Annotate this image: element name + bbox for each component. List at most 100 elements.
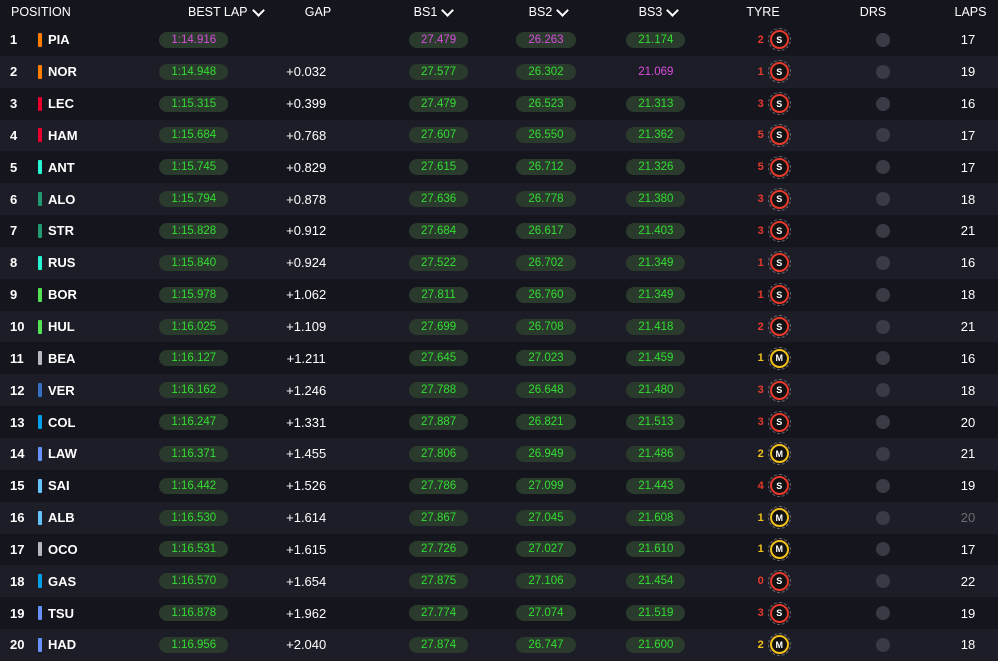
tyre-cell: 3 S (718, 374, 828, 406)
tyre-cell: 1 M (718, 342, 828, 374)
header-bs1[interactable]: BS1 (363, 0, 503, 24)
table-row[interactable]: 8 RUS 1:15.840 +0.924 27.522 26.702 21.3… (0, 246, 998, 279)
driver-code[interactable]: ANT (44, 151, 154, 183)
table-row[interactable]: 9 BOR 1:15.978 +1.062 27.811 26.760 21.3… (0, 278, 998, 311)
chevron-down-icon (251, 3, 265, 17)
bs2-cell: 26.949 (499, 438, 594, 470)
team-color-bar (36, 406, 44, 438)
table-row[interactable]: 15 SAI 1:16.442 +1.526 27.786 27.099 21.… (0, 469, 998, 502)
table-row[interactable]: 5 ANT 1:15.745 +0.829 27.615 26.712 21.3… (0, 151, 998, 184)
table-row[interactable]: 7 STR 1:15.828 +0.912 27.684 26.617 21.4… (0, 215, 998, 247)
table-row[interactable]: 20 HAD 1:16.956 +2.040 27.874 26.747 21.… (0, 629, 998, 661)
bs3-time: 21.174 (626, 31, 686, 48)
laps: 21 (960, 446, 976, 462)
best-lap-time: 1:15.828 (159, 222, 229, 239)
driver-code[interactable]: COL (44, 406, 154, 438)
gap: +0.768 (286, 127, 327, 143)
table-row[interactable]: 13 COL 1:16.247 +1.331 27.887 26.821 21.… (0, 406, 998, 438)
table-row[interactable]: 1 PIA 1:14.916 27.479 26.263 21.174 2 S … (0, 24, 998, 56)
table-row[interactable]: 14 LAW 1:16.371 +1.455 27.806 26.949 21.… (0, 437, 998, 470)
driver-code[interactable]: OCO (44, 534, 154, 566)
driver-code[interactable]: BOR (44, 279, 154, 311)
tyre-cell: 2 M (718, 438, 828, 470)
tyre-age: 1 (757, 65, 764, 78)
bs3-time: 21.403 (626, 222, 686, 239)
driver-code[interactable]: GAS (44, 565, 154, 597)
driver-code[interactable]: ALO (44, 183, 154, 215)
header-bs2[interactable]: BS2 (503, 0, 593, 24)
best-lap-cell: 1:16.956 (154, 629, 234, 661)
bs3-cell: 21.380 (593, 183, 718, 215)
driver-code[interactable]: HAM (44, 120, 154, 152)
team-color-bar (36, 183, 44, 215)
driver-code[interactable]: LAW (44, 438, 154, 470)
tyre-compound-icon: S (767, 601, 791, 625)
tyre-compound-icon: M (767, 537, 791, 561)
table-row[interactable]: 2 NOR 1:14.948 +0.032 27.577 26.302 21.0… (0, 55, 998, 88)
bs1-time: 27.636 (408, 191, 469, 208)
gap: +0.032 (286, 64, 327, 80)
driver-code[interactable]: VER (44, 374, 154, 406)
table-row[interactable]: 6 ALO 1:15.794 +0.878 27.636 26.778 21.3… (0, 183, 998, 216)
chevron-down-icon (666, 3, 680, 17)
tyre-compound-icon: S (767, 283, 791, 307)
tyre-compound-icon: S (767, 219, 791, 243)
driver-code[interactable]: STR (44, 215, 154, 247)
table-row[interactable]: 16 ALB 1:16.530 +1.614 27.867 27.045 21.… (0, 501, 998, 534)
drs-cell (828, 502, 938, 534)
table-row[interactable]: 3 LEC 1:15.315 +0.399 27.479 26.523 21.3… (0, 87, 998, 120)
best-lap-time: 1:15.794 (159, 191, 229, 208)
driver-code[interactable]: ALB (44, 502, 154, 534)
header-bs3[interactable]: BS3 (593, 0, 723, 24)
bs2-time: 26.702 (516, 254, 576, 271)
driver-code[interactable]: PIA (44, 24, 154, 56)
header-gap: GAP (304, 5, 332, 19)
bs1-cell: 27.726 (379, 534, 499, 566)
table-row[interactable]: 17 OCO 1:16.531 +1.615 27.726 27.027 21.… (0, 533, 998, 566)
position: 8 (10, 255, 18, 271)
table-row[interactable]: 4 HAM 1:15.684 +0.768 27.607 26.550 21.3… (0, 119, 998, 152)
laps: 17 (960, 159, 976, 175)
driver-code[interactable]: HAD (44, 629, 154, 661)
driver-code[interactable]: NOR (44, 56, 154, 88)
bs3-time: 21.349 (626, 286, 686, 303)
header-best-lap[interactable]: BEST LAP (148, 0, 273, 24)
bs1-time: 27.811 (409, 286, 468, 303)
drs-cell (828, 279, 938, 311)
best-lap-time: 1:16.878 (159, 605, 229, 622)
tyre-age: 2 (757, 447, 764, 460)
driver-code[interactable]: SAI (44, 470, 154, 502)
bs3-cell: 21.326 (593, 151, 718, 183)
best-lap-cell: 1:16.530 (154, 502, 234, 534)
laps: 16 (960, 350, 976, 366)
laps: 18 (960, 382, 976, 398)
bs3-cell: 21.174 (593, 24, 718, 56)
driver-code[interactable]: HUL (44, 311, 154, 343)
table-row[interactable]: 11 BEA 1:16.127 +1.211 27.645 27.023 21.… (0, 342, 998, 375)
driver-code[interactable]: LEC (44, 88, 154, 120)
position: 18 (10, 573, 25, 589)
bs1-cell: 27.636 (379, 183, 499, 215)
team-color-bar (36, 56, 44, 88)
drs-indicator-icon (876, 96, 891, 111)
driver-code[interactable]: TSU (44, 597, 154, 629)
table-row[interactable]: 12 VER 1:16.162 +1.246 27.788 26.648 21.… (0, 374, 998, 407)
position: 10 (10, 319, 25, 335)
header-best-lap-label: BEST LAP (188, 5, 248, 19)
best-lap-time: 1:15.840 (159, 254, 229, 271)
table-row[interactable]: 19 TSU 1:16.878 +1.962 27.774 27.074 21.… (0, 597, 998, 630)
bs2-time: 26.302 (516, 63, 576, 80)
drs-cell (828, 24, 938, 56)
tyre-compound-icon: M (767, 442, 791, 466)
tyre-cell: 5 S (718, 151, 828, 183)
driver-code[interactable]: RUS (44, 247, 154, 279)
drs-indicator-icon (876, 255, 891, 270)
bs3-time: 21.519 (626, 605, 686, 622)
bs2-time: 27.045 (516, 509, 576, 526)
driver-code[interactable]: BEA (44, 342, 154, 374)
table-row[interactable]: 10 HUL 1:16.025 +1.109 27.699 26.708 21.… (0, 310, 998, 343)
team-color-bar (36, 311, 44, 343)
table-row[interactable]: 18 GAS 1:16.570 +1.654 27.875 27.106 21.… (0, 565, 998, 598)
laps: 18 (960, 637, 976, 653)
bs2-cell: 27.099 (499, 470, 594, 502)
